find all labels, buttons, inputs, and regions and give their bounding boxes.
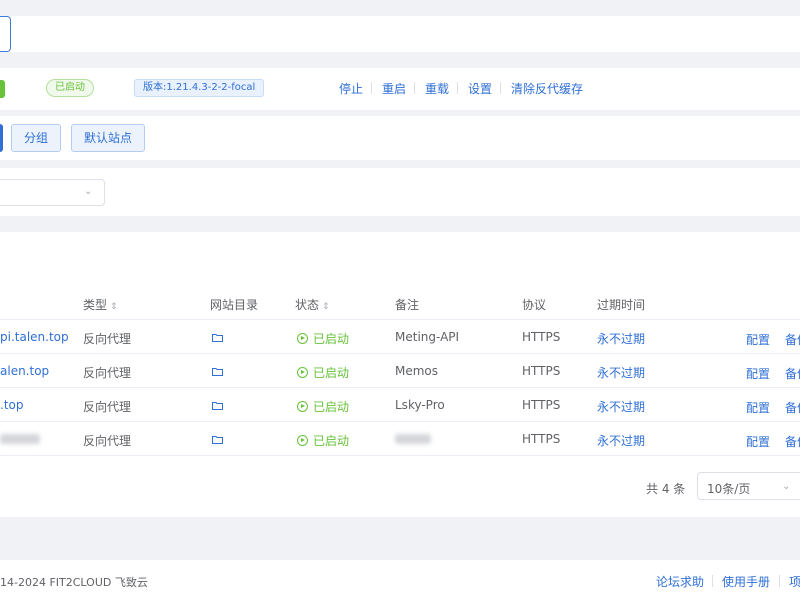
forum-help-link[interactable]: 论坛求助 xyxy=(656,573,704,590)
site-remark-redacted xyxy=(395,434,431,444)
reload-button[interactable]: 重载 xyxy=(425,80,449,97)
version-badge: 版本:1.21.4.3-2-2-focal xyxy=(134,79,265,97)
sort-icon[interactable]: ⇕ xyxy=(322,302,330,312)
site-protocol: HTTPS xyxy=(522,364,561,378)
restart-button[interactable]: 重启 xyxy=(382,80,406,97)
group-button[interactable]: 分组 xyxy=(11,124,62,152)
config-button[interactable]: 配置 xyxy=(746,433,770,450)
expire-link[interactable]: 永不过期 xyxy=(597,398,645,415)
search-input[interactable] xyxy=(0,16,11,52)
column-header-remark: 备注 xyxy=(395,298,420,312)
divider xyxy=(0,421,800,422)
backup-button[interactable]: 备份 xyxy=(785,433,800,450)
config-button[interactable]: 配置 xyxy=(746,331,770,348)
domain-link[interactable]: .top xyxy=(0,398,23,412)
domain-link[interactable]: alen.top xyxy=(0,364,49,378)
config-button[interactable]: 配置 xyxy=(746,399,770,416)
stop-button[interactable]: 停止 xyxy=(339,80,363,97)
app-status-indicator xyxy=(0,80,5,98)
column-header-type[interactable]: 类型 ⇕ xyxy=(83,296,118,313)
config-button[interactable]: 配置 xyxy=(746,365,770,382)
divider xyxy=(0,387,800,388)
site-type: 反向代理 xyxy=(83,434,132,448)
site-type: 反向代理 xyxy=(83,332,132,346)
status-running[interactable]: 已启动 xyxy=(297,432,349,449)
create-website-button[interactable] xyxy=(0,124,3,152)
backup-button[interactable]: 备份 xyxy=(785,399,800,416)
site-protocol: HTTPS xyxy=(522,432,561,446)
site-remark: Meting-API xyxy=(395,330,460,344)
expire-link[interactable]: 永不过期 xyxy=(597,330,645,347)
sort-icon[interactable]: ⇕ xyxy=(110,302,118,312)
chevron-down-icon: ⌄ xyxy=(84,186,93,197)
project-link[interactable]: 项 xyxy=(789,573,800,590)
play-icon xyxy=(297,367,308,378)
top-bar xyxy=(0,16,800,52)
status-running[interactable]: 已启动 xyxy=(297,330,349,347)
backup-button[interactable]: 备份 xyxy=(785,331,800,348)
play-icon xyxy=(297,401,308,412)
site-protocol: HTTPS xyxy=(522,398,561,412)
play-icon xyxy=(297,435,308,446)
status-running[interactable]: 已启动 xyxy=(297,398,349,415)
play-icon xyxy=(297,333,308,344)
domain-link[interactable]: pi.talen.top xyxy=(0,330,69,344)
site-remark: Memos xyxy=(395,364,439,378)
folder-icon[interactable] xyxy=(212,333,223,342)
expire-link[interactable]: 永不过期 xyxy=(597,364,645,381)
site-type: 反向代理 xyxy=(83,366,132,380)
folder-icon[interactable] xyxy=(212,401,223,410)
clear-proxy-cache-button[interactable]: 清除反代缓存 xyxy=(511,80,583,97)
divider xyxy=(371,82,372,94)
folder-icon[interactable] xyxy=(212,435,223,444)
divider xyxy=(0,353,800,354)
column-header-expire: 过期时间 xyxy=(597,298,646,312)
divider xyxy=(414,82,415,94)
folder-icon[interactable] xyxy=(212,367,223,376)
site-type: 反向代理 xyxy=(83,400,132,414)
site-remark: Lsky-Pro xyxy=(395,398,445,412)
running-status-badge: 已启动 xyxy=(46,79,94,97)
expire-link[interactable]: 永不过期 xyxy=(597,432,645,449)
page-size-value: 10条/页 xyxy=(707,482,751,496)
column-header-dir: 网站目录 xyxy=(210,298,259,312)
chevron-down-icon: ⌄ xyxy=(782,481,791,492)
settings-button[interactable]: 设置 xyxy=(468,80,492,97)
divider xyxy=(0,455,800,456)
default-site-button[interactable]: 默认站点 xyxy=(71,124,146,152)
site-protocol: HTTPS xyxy=(522,330,561,344)
copyright-text: 14-2024 FIT2CLOUD 飞致云 xyxy=(0,576,148,589)
backup-button[interactable]: 备份 xyxy=(785,365,800,382)
filter-bar xyxy=(0,168,800,216)
column-header-status[interactable]: 状态 ⇕ xyxy=(295,296,330,313)
divider xyxy=(457,82,458,94)
divider xyxy=(712,575,713,587)
divider xyxy=(500,82,501,94)
divider xyxy=(779,575,780,587)
manual-link[interactable]: 使用手册 xyxy=(722,573,770,590)
divider xyxy=(0,319,800,320)
column-header-protocol: 协议 xyxy=(522,298,547,312)
pagination-total: 共 4 条 xyxy=(646,482,686,496)
domain-link-redacted[interactable] xyxy=(0,434,40,444)
status-running[interactable]: 已启动 xyxy=(297,364,349,381)
